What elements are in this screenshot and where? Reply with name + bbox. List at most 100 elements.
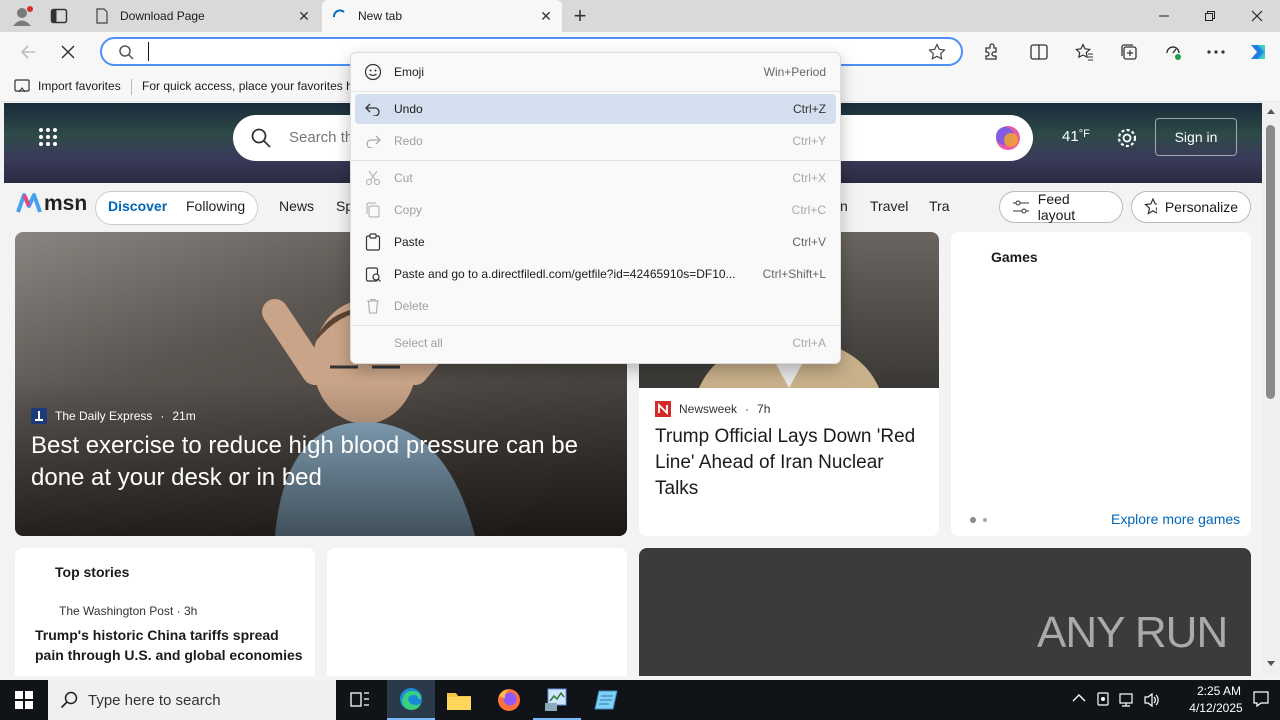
msn-search-placeholder: Search th bbox=[289, 129, 354, 146]
menu-item-delete[interactable]: Delete bbox=[355, 291, 836, 321]
menu-item-shortcut: Ctrl+X bbox=[792, 171, 826, 185]
top-story-source-name: The Washington Post bbox=[59, 604, 174, 618]
close-tab-icon[interactable]: ✕ bbox=[294, 6, 314, 26]
tab-title: Download Page bbox=[120, 9, 205, 23]
new-tab-button[interactable]: + bbox=[568, 2, 592, 30]
firefox-icon[interactable] bbox=[485, 680, 533, 720]
nav-partial[interactable]: n bbox=[840, 198, 848, 214]
menu-item-redo[interactable]: Redo Ctrl+Y bbox=[355, 126, 836, 156]
tab-new-tab[interactable]: New tab ✕ bbox=[322, 0, 562, 32]
tab-actions-icon[interactable] bbox=[50, 8, 68, 24]
tray-chevron-up-icon[interactable] bbox=[1072, 693, 1086, 703]
empty-card bbox=[327, 548, 627, 676]
paste-icon bbox=[363, 232, 383, 252]
tab-discover[interactable]: Discover bbox=[108, 198, 167, 214]
close-tab-icon[interactable]: ✕ bbox=[536, 6, 556, 26]
menu-item-paste-and-go[interactable]: Paste and go to a.directfiledl.com/getfi… bbox=[355, 259, 836, 289]
extensions-icon[interactable] bbox=[979, 40, 1003, 64]
msn-logo[interactable]: msn bbox=[16, 192, 87, 216]
personalize-button[interactable]: Personalize bbox=[1131, 191, 1251, 223]
restore-icon[interactable] bbox=[1187, 0, 1233, 32]
feed-layout-label: Feed layout bbox=[1037, 191, 1076, 223]
emoji-icon bbox=[363, 62, 383, 82]
explore-games-link[interactable]: Explore more games bbox=[1111, 511, 1240, 527]
settings-gear-icon[interactable] bbox=[1116, 127, 1138, 149]
news-source-row: Newsweek · 7h bbox=[655, 401, 770, 417]
scroll-down-icon[interactable] bbox=[1266, 660, 1276, 668]
tab-strip: Download Page ✕ New tab ✕ + bbox=[0, 0, 1280, 32]
nav-traffic[interactable]: Tra bbox=[929, 198, 949, 214]
nav-news[interactable]: News bbox=[279, 198, 314, 214]
news-source: Newsweek bbox=[679, 402, 738, 416]
collections-icon[interactable] bbox=[1117, 40, 1141, 64]
favorite-star-icon[interactable] bbox=[928, 43, 946, 61]
tab-following[interactable]: Following bbox=[186, 198, 245, 214]
task-view-icon[interactable] bbox=[336, 680, 384, 720]
weather-temperature[interactable]: 41°F bbox=[1062, 128, 1090, 145]
split-screen-icon[interactable] bbox=[1027, 40, 1051, 64]
scroll-thumb[interactable] bbox=[1266, 125, 1275, 399]
windows-start-icon[interactable] bbox=[0, 680, 48, 720]
sign-in-button[interactable]: Sign in bbox=[1155, 118, 1237, 156]
menu-item-cut[interactable]: Cut Ctrl+X bbox=[355, 163, 836, 193]
menu-item-emoji[interactable]: Emoji Win+Period bbox=[355, 57, 836, 87]
games-card: Games Explore more games bbox=[951, 232, 1251, 536]
copilot-search-icon[interactable] bbox=[993, 124, 1023, 152]
address-input[interactable] bbox=[148, 42, 149, 61]
page-scrollbar[interactable] bbox=[1262, 103, 1280, 676]
menu-item-paste[interactable]: Paste Ctrl+V bbox=[355, 227, 836, 257]
file-explorer-icon[interactable] bbox=[435, 680, 483, 720]
menu-item-copy[interactable]: Copy Ctrl+C bbox=[355, 195, 836, 225]
back-icon[interactable] bbox=[16, 40, 40, 64]
news-headline[interactable]: Trump Official Lays Down 'Red Line' Ahea… bbox=[655, 424, 925, 502]
context-menu: Emoji Win+Period Undo Ctrl+Z Redo Ctrl+Y… bbox=[350, 52, 841, 364]
menu-item-label: Delete bbox=[394, 299, 429, 313]
edge-app-icon[interactable] bbox=[387, 680, 435, 720]
more-menu-icon[interactable] bbox=[1204, 40, 1228, 64]
menu-separator bbox=[351, 160, 840, 161]
story-headline[interactable]: Best exercise to reduce high blood press… bbox=[31, 430, 611, 494]
menu-item-label: Undo bbox=[394, 102, 423, 116]
top-story-source: The Washington Post · 3h bbox=[59, 604, 198, 618]
notification-icon[interactable] bbox=[1252, 690, 1270, 708]
import-favorites-link[interactable]: Import favorites bbox=[38, 79, 121, 93]
taskbar-search-box[interactable]: Type here to search bbox=[48, 680, 336, 720]
notepad-app-icon[interactable] bbox=[582, 680, 630, 720]
undo-icon bbox=[363, 99, 383, 119]
clock-date[interactable]: 4/12/2025 bbox=[1180, 701, 1252, 715]
nav-travel[interactable]: Travel bbox=[870, 198, 908, 214]
volume-icon[interactable] bbox=[1143, 692, 1161, 708]
tray-device-icon[interactable] bbox=[1096, 692, 1110, 708]
carousel-dot[interactable] bbox=[983, 518, 987, 522]
minimize-icon[interactable] bbox=[1141, 0, 1187, 32]
menu-separator bbox=[351, 91, 840, 92]
carousel-dot-active[interactable] bbox=[970, 517, 976, 523]
copilot-icon[interactable] bbox=[1246, 40, 1270, 64]
profile-icon[interactable] bbox=[10, 6, 34, 26]
tab-download-page[interactable]: Download Page ✕ bbox=[84, 0, 320, 32]
scroll-up-icon[interactable] bbox=[1266, 107, 1276, 115]
close-window-icon[interactable] bbox=[1234, 0, 1280, 32]
stop-loading-icon[interactable] bbox=[56, 40, 80, 64]
performance-icon[interactable] bbox=[1161, 40, 1185, 64]
task-manager-icon[interactable] bbox=[533, 680, 581, 720]
menu-item-shortcut: Ctrl+A bbox=[792, 336, 826, 350]
menu-item-select-all[interactable]: Select all Ctrl+A bbox=[355, 328, 836, 358]
menu-item-label: Cut bbox=[394, 171, 413, 185]
sliders-icon bbox=[1013, 200, 1029, 214]
select-all-spacer bbox=[363, 333, 383, 353]
feed-layout-button[interactable]: Feed layout bbox=[999, 191, 1123, 223]
story-source: The Daily Express bbox=[55, 409, 153, 423]
menu-item-shortcut: Ctrl+Z bbox=[793, 102, 826, 116]
news-time: 7h bbox=[757, 402, 771, 416]
menu-item-undo[interactable]: Undo Ctrl+Z bbox=[355, 94, 836, 124]
clock-time[interactable]: 2:25 AM bbox=[1190, 684, 1248, 698]
network-icon[interactable] bbox=[1118, 692, 1136, 708]
menu-separator bbox=[351, 325, 840, 326]
apps-grid-icon[interactable] bbox=[38, 127, 58, 147]
favorites-icon[interactable] bbox=[1072, 40, 1096, 64]
newsweek-logo-icon bbox=[655, 401, 671, 417]
story-source-row: The Daily Express · 21m bbox=[31, 408, 196, 424]
menu-item-label: Paste bbox=[394, 235, 425, 249]
top-story-headline[interactable]: Trump's historic China tariffs spread pa… bbox=[35, 625, 305, 665]
